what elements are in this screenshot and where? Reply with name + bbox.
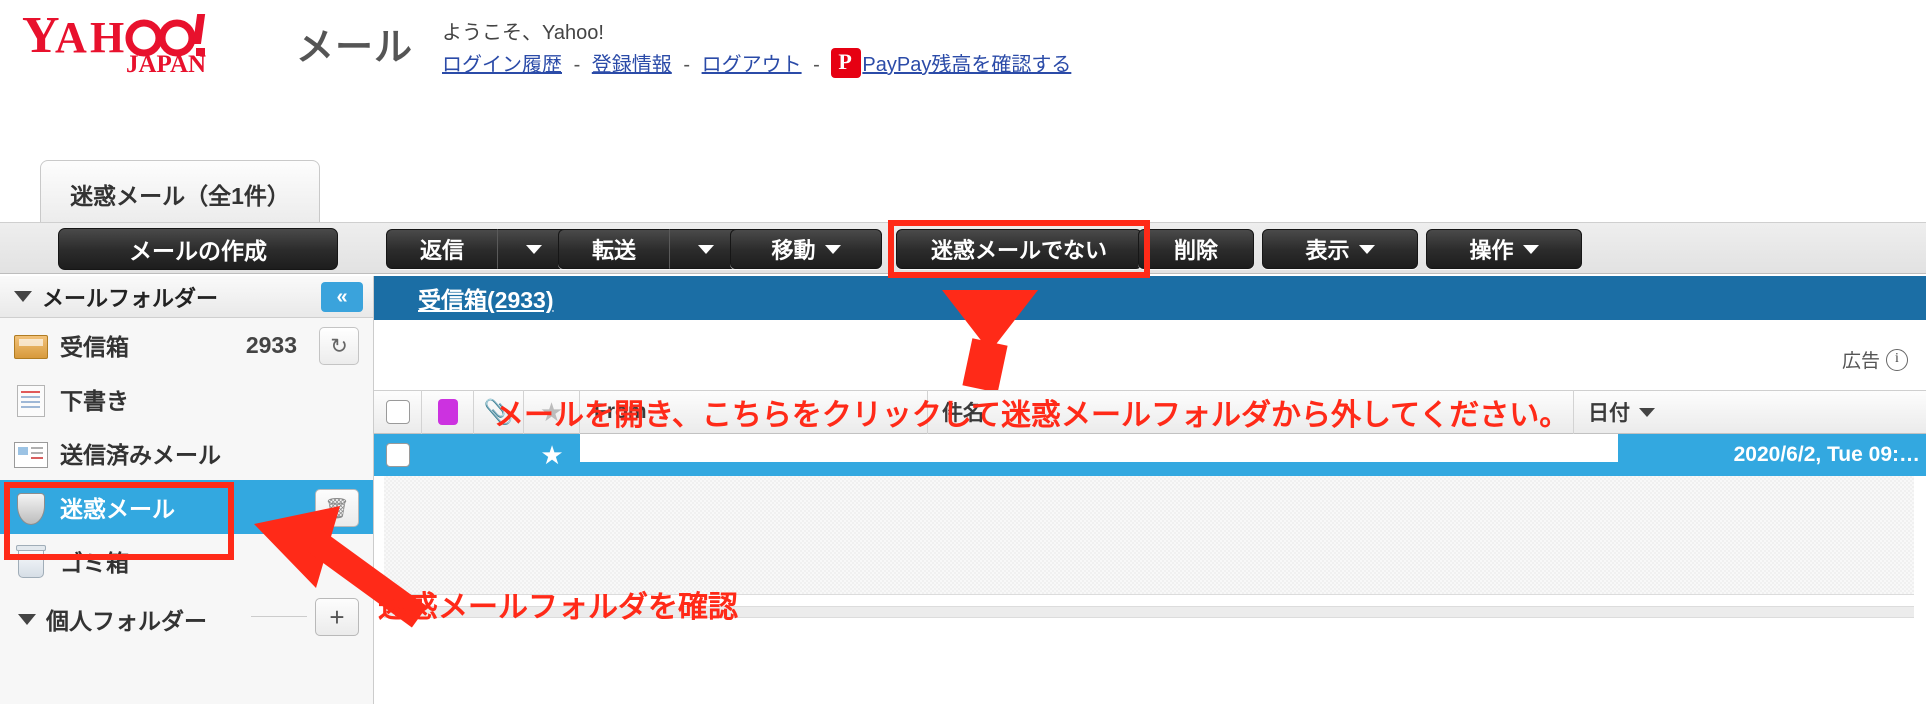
link-separator-1: -	[573, 54, 581, 76]
collapse-sidebar-button[interactable]: «	[321, 282, 363, 312]
select-all-checkbox-header[interactable]	[374, 390, 422, 434]
sort-descending-icon	[1639, 407, 1655, 417]
main-panel: 受信箱(2933) 広告 i 📎 ★ From 件名 日付 ★ 2020/6/2…	[374, 276, 1926, 704]
sidebar-item-drafts[interactable]: 下書き	[0, 372, 373, 426]
link-separator-3: -	[813, 54, 820, 76]
svg-text:H: H	[90, 13, 124, 62]
page-header: Y A H JAPAN メール ようこそ、Yahoo! ログイン履歴 - 登録情…	[0, 0, 1926, 112]
display-label: 表示	[1305, 238, 1350, 263]
info-icon[interactable]: i	[1886, 348, 1908, 371]
logout-link[interactable]: ログアウト	[702, 54, 802, 76]
chevron-down-icon	[1358, 244, 1375, 254]
chevron-down-icon	[1522, 244, 1539, 254]
mail-folder-header[interactable]: メールフォルダー «	[0, 276, 373, 318]
yahoo-japan-logo[interactable]: Y A H JAPAN	[22, 8, 292, 76]
reply-button[interactable]: 返信	[386, 229, 498, 269]
sidebar-item-sent[interactable]: 送信済みメール	[0, 426, 373, 480]
account-info-link[interactable]: 登録情報	[592, 54, 672, 76]
redacted-sender-subject	[580, 434, 1618, 462]
row-checkbox[interactable]	[374, 434, 422, 476]
row-flag-cell[interactable]	[422, 434, 474, 476]
table-row[interactable]: ★ 2020/6/2, Tue 09:…	[374, 434, 1926, 476]
inbox-unread-count: 2933	[245, 331, 297, 358]
action-label: 操作	[1469, 238, 1514, 263]
current-folder-bar: 受信箱(2933)	[374, 276, 1926, 320]
checkbox-icon[interactable]	[386, 443, 410, 467]
triangle-down-icon	[18, 613, 36, 625]
welcome-text: ようこそ、Yahoo!	[442, 22, 604, 44]
ad-disclosure: 広告 i	[1842, 346, 1908, 373]
triangle-down-icon	[14, 291, 32, 302]
column-header-date[interactable]: 日付	[1574, 390, 1874, 434]
personal-folder-label: 個人フォルダー	[46, 608, 207, 634]
display-button[interactable]: 表示	[1262, 229, 1418, 269]
inbox-icon	[14, 330, 48, 360]
chevron-down-icon	[697, 244, 714, 254]
date-label: 日付	[1588, 402, 1630, 425]
move-label: 移動	[771, 238, 816, 263]
row-star-toggle[interactable]: ★	[524, 434, 580, 476]
row-date: 2020/6/2, Tue 09:…	[1733, 443, 1920, 466]
mail-folder-label: メールフォルダー	[42, 285, 219, 311]
row-attachment-cell	[474, 434, 524, 476]
sidebar-item-label: 下書き	[60, 388, 129, 414]
login-history-link[interactable]: ログイン履歴	[442, 54, 562, 76]
link-separator-2: -	[683, 54, 691, 76]
action-button[interactable]: 操作	[1426, 229, 1582, 269]
chevron-down-icon	[525, 244, 542, 254]
service-name: メール	[296, 27, 414, 69]
tab-spam-folder[interactable]: 迷惑メール（全1件）	[40, 160, 320, 226]
header-link-row: ログイン履歴 - 登録情報 - ログアウト - PayPay残高を確認する	[442, 48, 1071, 78]
empty-list-area	[384, 476, 1914, 595]
ad-label-text: 広告	[1841, 351, 1880, 372]
draft-icon	[14, 384, 48, 417]
svg-text:Y: Y	[22, 8, 59, 64]
forward-button[interactable]: 転送	[558, 229, 670, 269]
sent-mail-icon	[14, 438, 48, 468]
svg-text:A: A	[55, 13, 87, 62]
annotation-highlight-not-spam	[888, 220, 1150, 278]
annotation-arrow-up	[942, 290, 1038, 390]
annotation-text-bottom: 迷惑メールフォルダを確認	[378, 591, 738, 624]
paypay-balance-link[interactable]: PayPay残高を確認する	[862, 54, 1071, 76]
annotation-highlight-spam-folder	[4, 482, 234, 560]
checkbox-icon[interactable]	[385, 400, 410, 424]
flag-icon	[437, 399, 458, 425]
refresh-icon[interactable]: ↻	[319, 327, 359, 365]
paypay-icon	[831, 48, 862, 78]
annotation-text-top: メールを開き、こちらをクリックして迷惑メールフォルダから外してください。	[494, 399, 1570, 432]
inbox-link[interactable]: 受信箱(2933)	[418, 281, 553, 315]
compose-mail-button[interactable]: メールの作成	[58, 228, 338, 270]
delete-button[interactable]: 削除	[1138, 229, 1254, 269]
move-button[interactable]: 移動	[730, 229, 882, 269]
chevron-down-icon	[824, 244, 841, 254]
sidebar-item-inbox[interactable]: 受信箱 2933 ↻	[0, 318, 373, 372]
svg-text:JAPAN: JAPAN	[126, 51, 206, 76]
yahoo-mail-screenshot: Y A H JAPAN メール ようこそ、Yahoo! ログイン履歴 - 登録情…	[0, 0, 1926, 704]
sidebar-item-label: 送信済みメール	[60, 442, 221, 468]
flag-column-header[interactable]	[422, 390, 474, 434]
sidebar-item-label: 受信箱	[60, 334, 129, 360]
